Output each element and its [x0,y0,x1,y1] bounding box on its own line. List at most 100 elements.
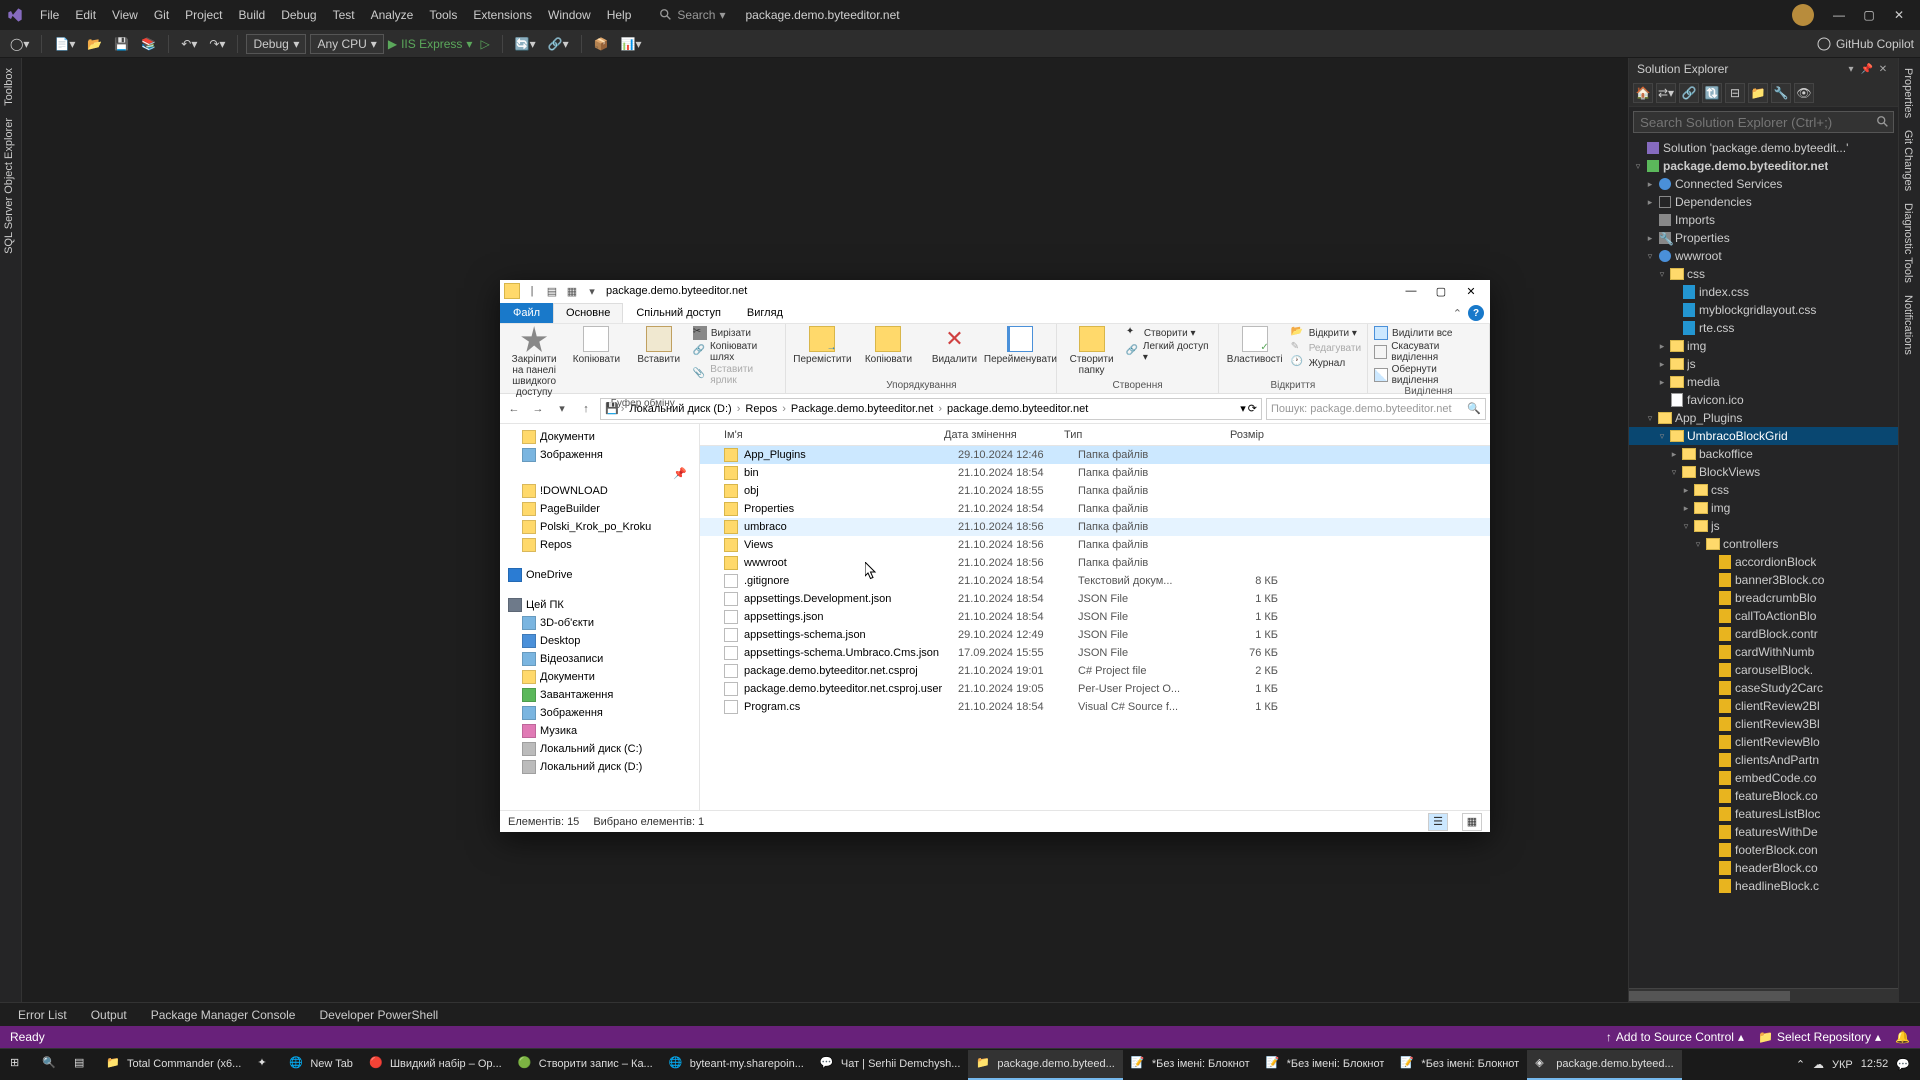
menu-window[interactable]: Window [540,5,599,25]
file-row[interactable]: obj21.10.2024 18:55Папка файлів [700,482,1490,500]
tree-item[interactable]: cardWithNumb [1629,643,1898,661]
menu-view[interactable]: View [104,5,146,25]
collapse-ribbon-icon[interactable]: ⌃ [1447,304,1468,323]
tab-home[interactable]: Основне [553,303,623,323]
select-none-button[interactable]: Скасувати виділення [1374,341,1483,363]
chevron-icon[interactable] [1669,287,1679,297]
nav-item[interactable]: Документи [504,668,695,686]
solexp-search-input[interactable] [1633,111,1894,133]
nav-item[interactable]: Локальний диск (C:) [504,740,695,758]
chevron-icon[interactable]: ▸ [1681,503,1691,513]
menu-help[interactable]: Help [599,5,640,25]
tree-item[interactable]: featuresWithDe [1629,823,1898,841]
chevron-icon[interactable] [1705,719,1715,729]
tree-item[interactable]: rte.css [1629,319,1898,337]
nav-item[interactable]: Цей ПК [504,596,695,614]
tree-item[interactable]: clientReview3Bl [1629,715,1898,733]
tree-item[interactable]: headlineBlock.c [1629,877,1898,895]
notifications-bell-icon[interactable]: 🔔 [1895,1030,1910,1044]
chevron-icon[interactable] [1705,611,1715,621]
file-row[interactable]: appsettings-schema.json29.10.2024 12:49J… [700,626,1490,644]
tree-item[interactable]: ▸img [1629,499,1898,517]
nav-item[interactable]: Відеозаписи [504,650,695,668]
tab-share[interactable]: Спільний доступ [623,303,734,323]
nav-item[interactable]: Зображення [504,704,695,722]
chevron-icon[interactable] [1657,395,1667,405]
chevron-icon[interactable] [1705,791,1715,801]
chevron-icon[interactable]: ▿ [1645,251,1655,261]
menu-git[interactable]: Git [146,5,177,25]
nav-item[interactable]: OneDrive [504,566,695,584]
file-row[interactable]: appsettings.json21.10.2024 18:54JSON Fil… [700,608,1490,626]
chevron-icon[interactable] [1705,647,1715,657]
explorer-close[interactable]: ✕ [1456,281,1486,301]
nav-item[interactable]: !DOWNLOAD [504,482,695,500]
tree-item[interactable]: ▿UmbracoBlockGrid [1629,427,1898,445]
copy-icon[interactable] [583,326,609,352]
git-changes-tab[interactable]: Git Changes [1899,124,1917,197]
tray-lang[interactable]: УКР [1832,1059,1853,1071]
menu-extensions[interactable]: Extensions [465,5,540,25]
add-source-control[interactable]: ↑ Add to Source Control ▴ [1606,1030,1744,1044]
qat-view-icon[interactable]: ▦ [564,283,580,299]
tree-item[interactable]: featureBlock.co [1629,787,1898,805]
paste-shortcut-button[interactable]: 📎Вставити ярлик [693,364,780,386]
chevron-icon[interactable] [1705,683,1715,693]
switch-views-icon[interactable]: ⇄▾ [1656,83,1676,103]
address-bar[interactable]: 💾 ›Локальний диск (D:) ›Repos ›Package.d… [600,398,1262,420]
tree-item[interactable]: ▿css [1629,265,1898,283]
config-combo[interactable]: Debug▾ [246,34,306,54]
chevron-icon[interactable] [1705,665,1715,675]
copy-path-button[interactable]: 🔗Копіювати шлях [693,341,780,363]
tab-dev-powershell[interactable]: Developer PowerShell [309,1005,448,1025]
chevron-icon[interactable] [1705,593,1715,603]
tree-item[interactable]: callToActionBlo [1629,607,1898,625]
window-dropdown-icon[interactable]: ▾ [1844,62,1858,76]
chevron-icon[interactable]: ▿ [1657,431,1667,441]
diagnostic-tab[interactable]: Diagnostic Tools [1899,197,1917,289]
close-panel-icon[interactable]: ✕ [1876,62,1890,76]
chevron-icon[interactable] [1705,773,1715,783]
chevron-icon[interactable] [1669,305,1679,315]
file-row[interactable]: package.demo.byteeditor.net.csproj.user2… [700,680,1490,698]
taskbar-item[interactable]: 🔍 [34,1050,66,1080]
tree-item[interactable]: ▸img [1629,337,1898,355]
properties-icon[interactable]: 🔧 [1771,83,1791,103]
menu-analyze[interactable]: Analyze [363,5,422,25]
nav-item[interactable]: Desktop [504,632,695,650]
chevron-icon[interactable]: ▸ [1657,341,1667,351]
user-avatar[interactable] [1792,4,1814,26]
tree-item[interactable]: ▸js [1629,355,1898,373]
tree-item[interactable]: clientReview2Bl [1629,697,1898,715]
chevron-icon[interactable] [1669,323,1679,333]
chevron-icon[interactable]: ▸ [1645,179,1655,189]
file-row[interactable]: package.demo.byteeditor.net.csproj21.10.… [700,662,1490,680]
tree-item[interactable]: footerBlock.con [1629,841,1898,859]
file-row[interactable]: Program.cs21.10.2024 18:54Visual C# Sour… [700,698,1490,716]
properties-tab[interactable]: Properties [1899,62,1917,124]
restore-button[interactable]: ▢ [1854,4,1884,26]
file-row[interactable]: .gitignore21.10.2024 18:54Текстовий доку… [700,572,1490,590]
tree-item[interactable]: ▸Connected Services [1629,175,1898,193]
explorer-search[interactable]: Пошук: package.demo.byteeditor.net 🔍 [1266,398,1486,420]
tb-extra-1-icon[interactable]: 📦 [590,35,613,53]
tab-file[interactable]: Файл [500,303,553,323]
taskbar-item[interactable]: 🌐New Tab [281,1050,361,1080]
tree-item[interactable]: ▿js [1629,517,1898,535]
copilot-button[interactable]: GitHub Copilot [1816,36,1914,52]
chevron-icon[interactable] [1705,845,1715,855]
nav-item[interactable]: Repos [504,536,695,554]
properties-icon[interactable]: ✓ [1242,326,1268,352]
chevron-icon[interactable]: ▿ [1693,539,1703,549]
tray-expand-icon[interactable]: ⌃ [1796,1058,1805,1071]
tree-item[interactable]: ▿package.demo.byteeditor.net [1629,157,1898,175]
file-row[interactable]: wwwroot21.10.2024 18:56Папка файлів [700,554,1490,572]
tree-item[interactable]: breadcrumbBlo [1629,589,1898,607]
cut-button[interactable]: ✂Вирізати [693,326,780,340]
tree-item[interactable]: ▸Dependencies [1629,193,1898,211]
icons-view-icon[interactable]: ▦ [1462,813,1482,831]
file-row[interactable]: appsettings-schema.Umbraco.Cms.json17.09… [700,644,1490,662]
nav-item[interactable]: Зображення [504,446,695,464]
close-button[interactable]: ✕ [1884,4,1914,26]
tb-extra-2-icon[interactable]: 📊▾ [617,35,646,53]
